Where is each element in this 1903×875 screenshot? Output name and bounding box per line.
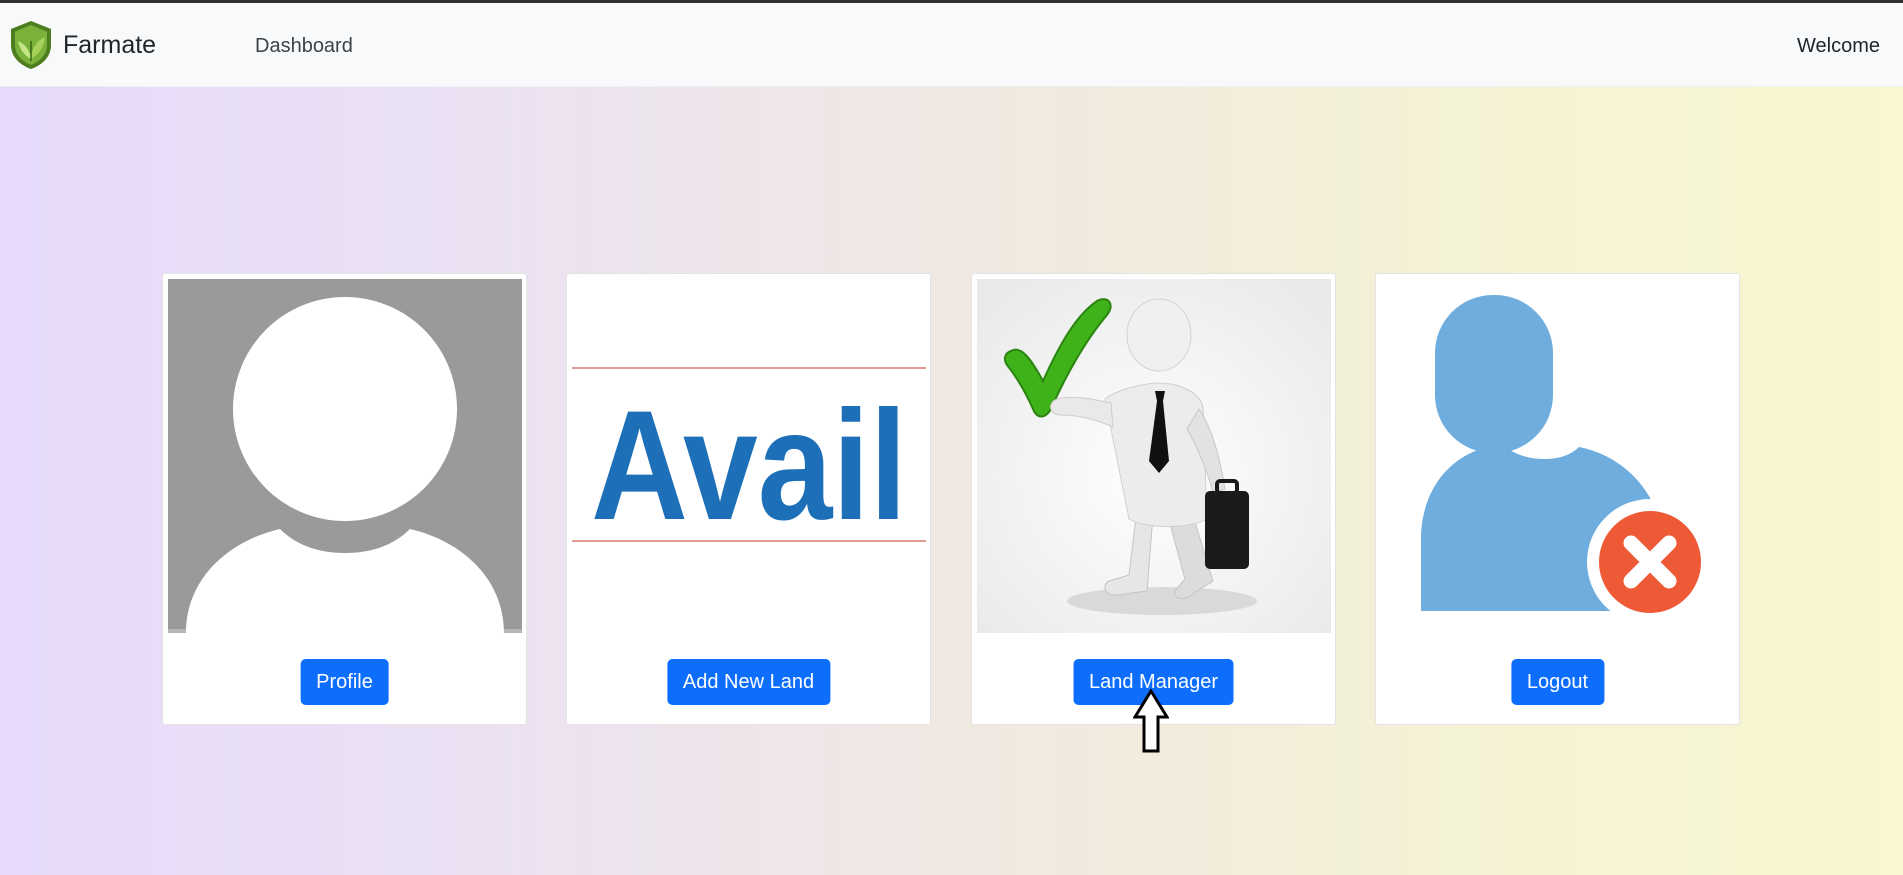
default-avatar-image — [168, 279, 522, 633]
up-arrow-cursor-icon — [1133, 689, 1169, 753]
brand-name: Farmate — [63, 30, 157, 59]
remove-user-image — [1381, 279, 1735, 633]
logout-card: Logout — [1375, 273, 1740, 725]
businessman-checkmark-image — [977, 279, 1331, 633]
add-new-land-card: Avail Add New Land — [566, 273, 931, 725]
navbar: Farmate Dashboard Welcome — [0, 3, 1903, 87]
nav-dashboard-link[interactable]: Dashboard — [255, 35, 353, 58]
avail-logo-text: Avail — [591, 379, 907, 553]
land-manager-card: Land Manager — [971, 273, 1336, 725]
leaf-shield-icon — [11, 21, 51, 69]
profile-button[interactable]: Profile — [300, 659, 389, 705]
brand-link[interactable]: Farmate — [7, 19, 156, 71]
nav-welcome-link[interactable]: Welcome — [1797, 35, 1880, 58]
profile-card: Profile — [162, 273, 527, 725]
logout-button[interactable]: Logout — [1510, 659, 1605, 705]
add-new-land-button[interactable]: Add New Land — [666, 659, 831, 705]
avail-logo-image: Avail — [572, 279, 926, 633]
